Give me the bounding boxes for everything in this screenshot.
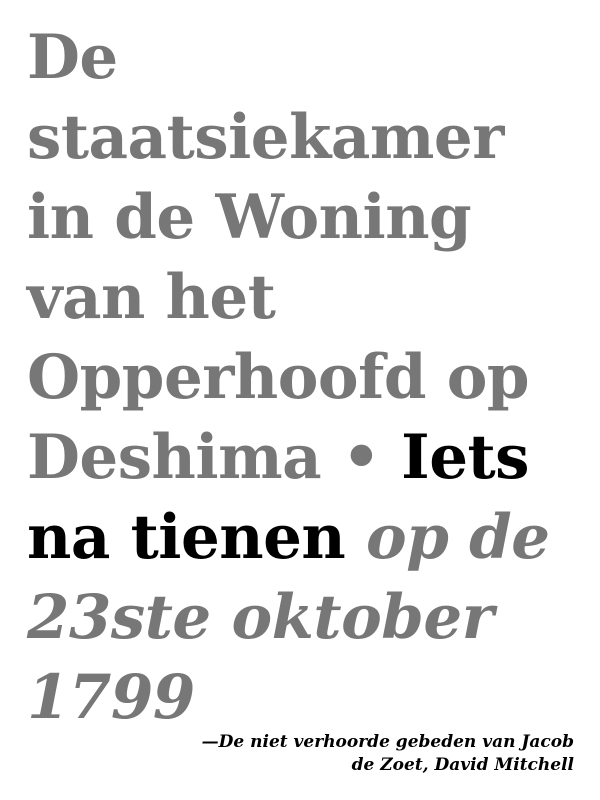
chapter-heading: De staatsiekamer in de Woning van het Op… <box>27 18 587 738</box>
separator-bullet: • <box>341 422 381 493</box>
attribution-line-1: —De niet verhoorde gebeden van Jacob <box>201 732 574 752</box>
page: De staatsiekamer in de Woning van het Op… <box>0 0 600 800</box>
attribution: —De niet verhoorde gebeden van Jacob de … <box>154 731 574 777</box>
attribution-line-2: de Zoet, David Mitchell <box>351 755 574 775</box>
